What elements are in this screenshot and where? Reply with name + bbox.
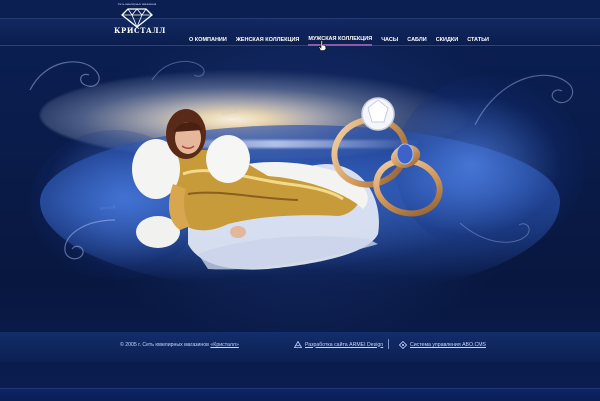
diamond-icon <box>121 8 153 28</box>
nav-item-sabers[interactable]: САБЛИ <box>407 36 426 45</box>
swirl-ornament-top <box>151 60 205 81</box>
logo-tagline: Сеть ювелирных магазинов <box>117 2 157 6</box>
cms-credit-link[interactable]: Система управления ABO.CMS <box>410 342 486 348</box>
footer-divider <box>388 339 389 349</box>
nav-item-watches[interactable]: ЧАСЫ <box>381 36 398 45</box>
hand-cursor-icon <box>318 40 327 51</box>
store-link[interactable]: «Кристалл» <box>210 342 238 348</box>
footer-copyright: © 2005 г. Сеть ювелирных магазинов «Крис… <box>120 342 239 348</box>
swirl-ornament-bottom-left <box>64 219 116 260</box>
cms-credit: Система управления ABO.CMS <box>399 341 486 349</box>
logo-name: КРИСТАЛЛ <box>114 26 166 35</box>
main-nav: О КОМПАНИИ ЖЕНСКАЯ КОЛЛЕКЦИЯ МУЖСКАЯ КОЛ… <box>189 35 489 46</box>
nav-item-womens-collection[interactable]: ЖЕНСКАЯ КОЛЛЕКЦИЯ <box>236 36 300 45</box>
design-credit: Разработка сайта ARMEI Design <box>294 341 383 348</box>
copyright-text: © 2005 г. Сеть ювелирных магазинов <box>120 342 209 348</box>
swirl-ornament-right <box>474 74 574 126</box>
cms-logo-icon <box>399 341 407 349</box>
armei-logo-icon <box>294 341 302 348</box>
nav-item-about[interactable]: О КОМПАНИИ <box>189 36 227 45</box>
design-credit-link[interactable]: Разработка сайта ARMEI Design <box>305 342 383 348</box>
bottom-strip <box>0 388 600 401</box>
nav-item-discounts[interactable]: СКИДКИ <box>436 36 459 45</box>
logo[interactable]: Сеть ювелирных магазинов КРИСТАЛЛ <box>114 2 166 36</box>
nav-item-articles[interactable]: СТАТЬИ <box>467 36 489 45</box>
page: krystall krystall Сеть ювелирных магазин… <box>0 0 600 401</box>
swirl-ornament-bottom-right <box>459 222 530 243</box>
swirl-ornament-left <box>29 61 100 91</box>
rings-photo <box>331 97 443 217</box>
